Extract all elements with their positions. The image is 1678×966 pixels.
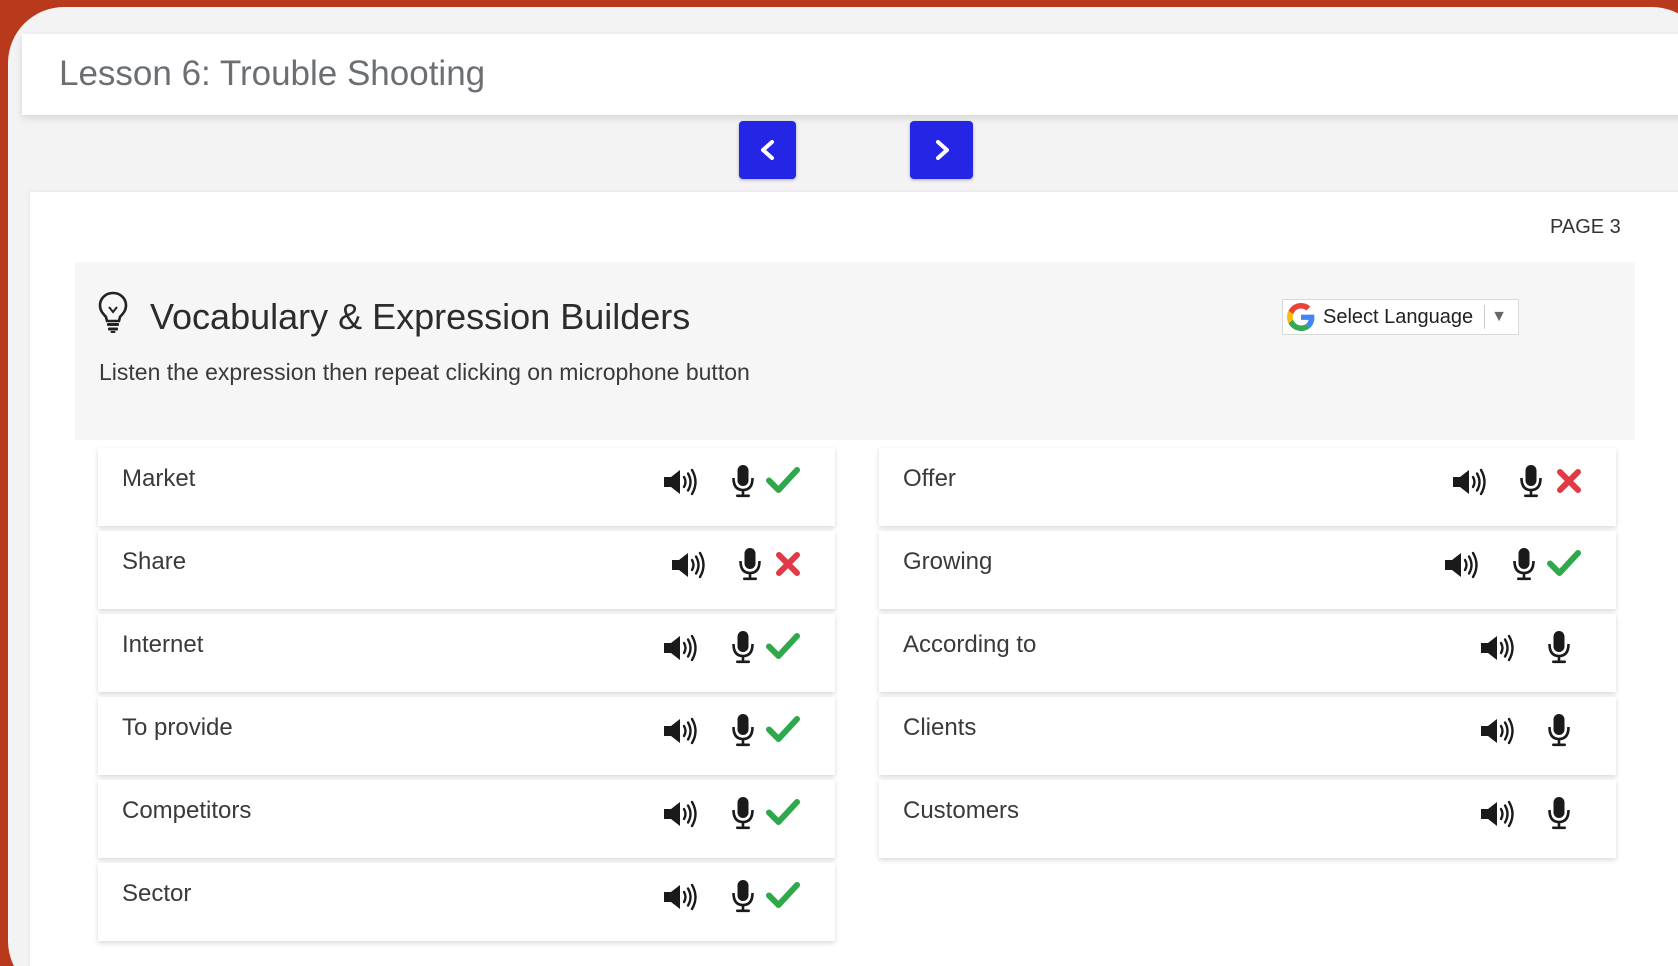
- speaker-icon[interactable]: [1443, 551, 1479, 579]
- speaker-icon[interactable]: [662, 468, 698, 496]
- vocab-item-clients: Clients: [879, 697, 1616, 775]
- speaker-icon[interactable]: [670, 551, 706, 579]
- microphone-icon[interactable]: [1547, 796, 1571, 830]
- microphone-icon[interactable]: [731, 796, 755, 830]
- chevron-left-icon: [760, 140, 774, 160]
- next-page-button[interactable]: [910, 121, 973, 179]
- lightbulb-icon: [98, 291, 128, 333]
- lesson-card: PAGE 3 Vocabulary & Expression Builders …: [30, 192, 1678, 966]
- vocab-word: To provide: [122, 714, 233, 741]
- correct-check-icon: [766, 798, 800, 826]
- correct-check-icon: [766, 632, 800, 660]
- vocab-item-market: Market: [98, 448, 835, 526]
- microphone-icon[interactable]: [731, 713, 755, 747]
- microphone-icon[interactable]: [731, 464, 755, 498]
- vocabulary-section-header: Vocabulary & Expression Builders Listen …: [75, 262, 1635, 440]
- vocab-word: Sector: [122, 880, 192, 907]
- dropdown-divider: [1484, 305, 1486, 329]
- vocab-item-customers: Customers: [879, 780, 1616, 858]
- section-title: Vocabulary & Expression Builders: [150, 296, 691, 337]
- section-instructions: Listen the expression then repeat clicki…: [99, 359, 750, 385]
- vocab-word: According to: [903, 631, 1037, 658]
- select-language-dropdown[interactable]: Select Language ▼: [1282, 299, 1519, 335]
- speaker-icon[interactable]: [1479, 634, 1515, 662]
- speaker-icon[interactable]: [662, 883, 698, 911]
- incorrect-cross-icon: [1556, 468, 1582, 494]
- correct-check-icon: [1547, 549, 1581, 577]
- microphone-icon[interactable]: [1547, 713, 1571, 747]
- lesson-title: Lesson 6: Trouble Shooting: [59, 54, 486, 93]
- vocab-item-growing: Growing: [879, 531, 1616, 609]
- speaker-icon[interactable]: [1451, 468, 1487, 496]
- correct-check-icon: [766, 466, 800, 494]
- vocab-word: Internet: [122, 631, 204, 658]
- microphone-icon[interactable]: [731, 879, 755, 913]
- vocab-word: Share: [122, 548, 187, 575]
- microphone-icon[interactable]: [1512, 547, 1536, 581]
- select-language-label: Select Language: [1323, 305, 1474, 328]
- correct-check-icon: [766, 881, 800, 909]
- vocab-item-offer: Offer: [879, 448, 1616, 526]
- app-frame: Lesson 6: Trouble Shooting PAGE 3 Vocabu…: [8, 7, 1678, 966]
- dropdown-arrow-icon: ▼: [1491, 308, 1507, 325]
- vocab-item-to-provide: To provide: [98, 697, 835, 775]
- speaker-icon[interactable]: [1479, 717, 1515, 745]
- speaker-icon[interactable]: [1479, 800, 1515, 828]
- microphone-icon[interactable]: [731, 630, 755, 664]
- correct-check-icon: [766, 715, 800, 743]
- microphone-icon[interactable]: [1519, 464, 1543, 498]
- microphone-icon[interactable]: [738, 547, 762, 581]
- vocab-item-internet: Internet: [98, 614, 835, 692]
- page-number: PAGE 3: [1550, 216, 1621, 238]
- vocab-word: Competitors: [122, 797, 252, 824]
- vocab-word: Clients: [903, 714, 977, 741]
- vocab-word: Growing: [903, 548, 993, 575]
- speaker-icon[interactable]: [662, 800, 698, 828]
- vocab-word: Market: [122, 465, 196, 492]
- vocab-word: Customers: [903, 797, 1020, 824]
- speaker-icon[interactable]: [662, 634, 698, 662]
- incorrect-cross-icon: [775, 551, 801, 577]
- previous-page-button[interactable]: [739, 121, 796, 179]
- chevron-right-icon: [935, 140, 949, 160]
- microphone-icon[interactable]: [1547, 630, 1571, 664]
- vocab-item-share: Share: [98, 531, 835, 609]
- vocab-item-competitors: Competitors: [98, 780, 835, 858]
- vocab-item-sector: Sector: [98, 863, 835, 941]
- vocab-word: Offer: [903, 465, 956, 492]
- lesson-header: Lesson 6: Trouble Shooting: [22, 34, 1678, 115]
- google-icon: [1287, 303, 1315, 331]
- vocab-item-according-to: According to: [879, 614, 1616, 692]
- speaker-icon[interactable]: [662, 717, 698, 745]
